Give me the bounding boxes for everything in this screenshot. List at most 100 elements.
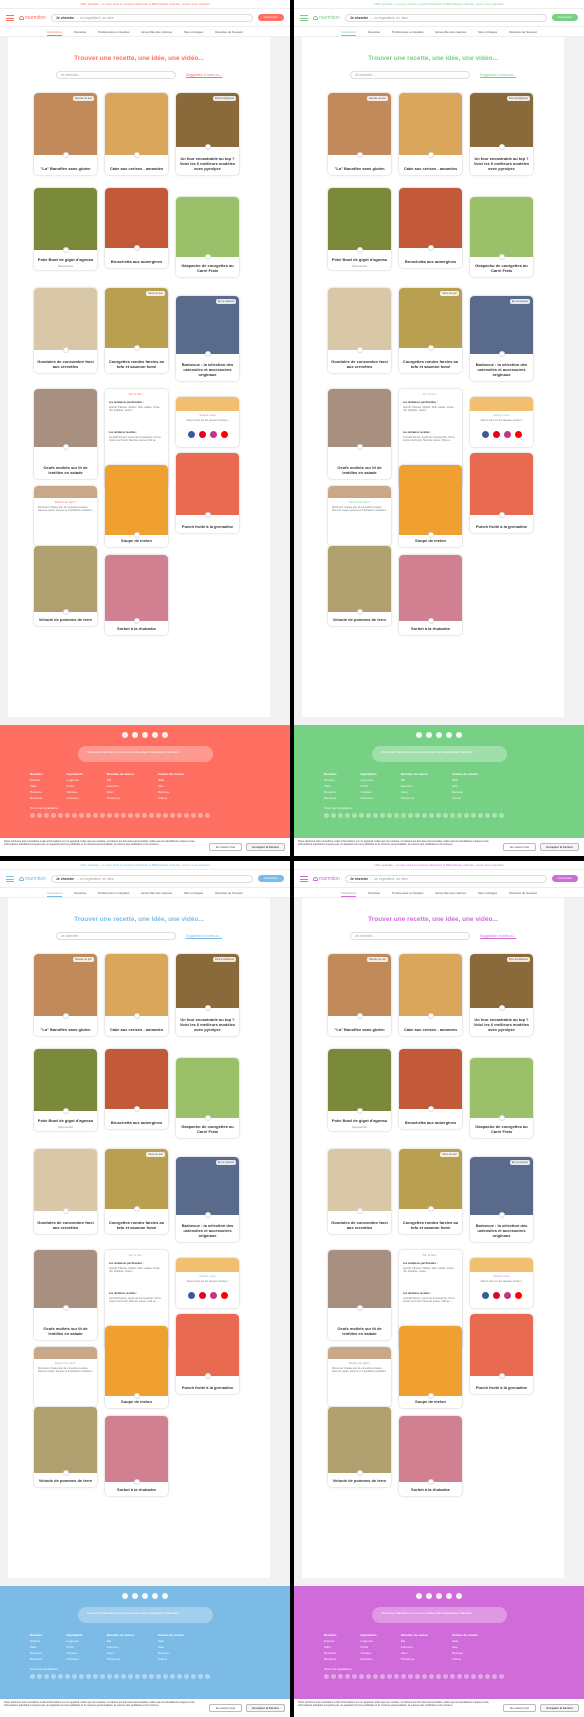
logo[interactable]: marmiton [313,15,340,21]
blog-card[interactable]: Retour de parti ! Retrouvez chaque jour … [34,486,97,546]
footer-link[interactable]: Viandes [361,1651,377,1655]
letter-button[interactable] [366,1674,371,1679]
heart-icon[interactable] [133,1206,140,1212]
recipe-image[interactable] [176,93,239,147]
letter-button[interactable] [156,813,161,818]
recipe-image[interactable] [34,1250,97,1308]
letter-button[interactable] [177,1674,182,1679]
footer-link[interactable]: Boissons [30,796,43,800]
heart-icon[interactable] [356,347,363,353]
social-card[interactable]: Suivez-nous Suivez nous sur les réseaux … [470,1258,533,1308]
letter-button[interactable] [492,813,497,818]
heart-icon[interactable] [356,1470,363,1476]
recipe-image[interactable] [34,93,97,155]
heart-icon[interactable] [356,247,363,253]
heart-icon[interactable] [427,345,434,351]
recipe-image[interactable] [34,954,97,1016]
promo-bar[interactable]: Offre spéciale : un coup d'œil à n'impor… [294,0,584,9]
letter-button[interactable] [65,813,70,818]
cookie-more-button[interactable]: En savoir plus [503,843,536,851]
recipe-image[interactable] [176,1058,239,1118]
recipe-card[interactable]: Oeufs mollets sur lit de lentilles en sa… [328,1250,391,1340]
letter-button[interactable] [324,1674,329,1679]
recipe-image[interactable] [328,288,391,350]
footer-link[interactable]: Hiver [107,1651,134,1655]
recipe-image[interactable] [105,188,168,248]
letter-button[interactable] [373,813,378,818]
recipe-image[interactable] [328,1407,391,1473]
recipe-image[interactable] [328,546,391,612]
search-suggestion-link[interactable]: Suggestion d'unes ou... [480,934,516,938]
nav-item[interactable]: Inspirations [340,888,357,897]
letter-button[interactable] [184,1674,189,1679]
recipe-title[interactable]: "La" Banoffee sans gluten [331,1027,388,1032]
heart-icon[interactable] [133,345,140,351]
footer-link[interactable]: Italie [452,778,478,782]
heart-icon[interactable] [204,1373,211,1379]
app-promo[interactable]: Retrouvez Marmiton et tous vos recettes … [371,1607,507,1623]
recipe-title[interactable]: "La" Banoffee sans gluten [37,1027,94,1032]
letter-button[interactable] [86,1674,91,1679]
heart-icon[interactable] [356,1013,363,1019]
signin-button[interactable]: Connexion [551,14,578,21]
nav-item[interactable]: Recettes de Souvent [215,888,243,897]
facebook-icon[interactable] [187,431,195,438]
blog-card[interactable]: Retour de parti ! Retrouvez chaque jour … [34,1347,97,1407]
letter-button[interactable] [478,813,483,818]
recipe-image[interactable] [470,93,533,147]
letter-button[interactable] [58,813,63,818]
letter-button[interactable] [422,1674,427,1679]
footer-link[interactable]: Printemps [401,796,428,800]
recipe-image[interactable] [105,1049,168,1109]
search-suggestion-link[interactable]: Suggestion d'unes ou... [186,934,222,938]
heart-icon[interactable] [427,618,434,624]
footer-link[interactable]: Poissons [361,1657,377,1661]
recipe-image[interactable] [105,1149,168,1209]
recipe-title[interactable]: Gaspacho de courgettes au Carré Frais [179,263,236,273]
signin-button[interactable]: Connexion [257,14,284,21]
heart-icon[interactable] [204,1212,211,1218]
letter-button[interactable] [408,813,413,818]
footer-link[interactable]: Viandes [67,1651,83,1655]
recipe-title[interactable]: Sorbet à la rhubarbe [402,1487,459,1492]
heart-icon[interactable] [427,245,434,251]
letter-button[interactable] [471,813,476,818]
instagram-icon[interactable] [503,1292,511,1299]
recipe-title[interactable]: Bruschetta aux aubergines [402,1120,459,1125]
footer-link[interactable]: Été [401,1639,428,1643]
recipe-title[interactable]: Un four encastrable au top ? Voici les 6… [179,156,236,171]
recipe-title[interactable]: Cake aux cerises - amandes [402,1027,459,1032]
letter-button[interactable] [401,813,406,818]
nav-item[interactable]: Mes ordnages [184,888,203,897]
recipe-image[interactable] [105,555,168,621]
recipe-image[interactable] [470,1058,533,1118]
pinterest-icon[interactable] [122,1593,128,1599]
footer-link[interactable]: France [452,1657,478,1661]
promo-bar[interactable]: Offre spéciale : un coup d'œil à n'impor… [0,0,290,9]
recipe-image[interactable] [470,954,533,1008]
heart-icon[interactable] [62,1208,69,1214]
letter-button[interactable] [499,1674,504,1679]
footer-link[interactable]: Viandes [361,790,377,794]
letter-button[interactable] [191,1674,196,1679]
recipe-title[interactable]: Un four encastrable au top ? Voici les 6… [179,1017,236,1032]
footer-link[interactable]: Plats [30,784,43,788]
recipe-search-input[interactable]: Je cherche... [349,71,470,79]
recipe-image[interactable] [328,188,391,250]
footer-link[interactable]: Plats [324,784,337,788]
letter-button[interactable] [156,1674,161,1679]
instagram-icon[interactable] [436,1593,442,1599]
recipe-title[interactable]: Oeufs mollets sur lit de lentilles en sa… [37,465,94,475]
recipe-title[interactable]: Poké Bowl de gigot d'agneau [331,1118,388,1123]
letter-button[interactable] [464,1674,469,1679]
footer-link[interactable]: Entrées [30,778,43,782]
footer-link[interactable]: Hiver [107,790,134,794]
heart-icon[interactable] [62,152,69,158]
recipe-card[interactable]: Gaspacho de courgettes au Carré Frais [470,197,533,277]
recipe-title[interactable]: Oeufs mollets sur lit de lentilles en sa… [331,1326,388,1336]
youtube-icon[interactable] [446,732,452,738]
footer-link[interactable]: Mexique [452,790,478,794]
heart-icon[interactable] [356,609,363,615]
letter-button[interactable] [65,1674,70,1679]
letter-button[interactable] [128,1674,133,1679]
